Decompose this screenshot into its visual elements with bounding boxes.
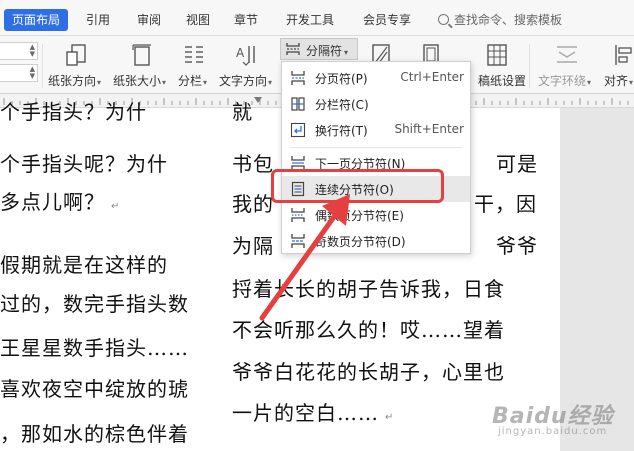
text-direction-button[interactable]: 文字方向▾: [219, 72, 272, 89]
document-page[interactable]: 个手指头？为什 就 个手指头呢？为什 多点儿啊？ ↵ 假期就是在这样的 过的，数完…: [0, 100, 560, 451]
column-break-icon: [291, 97, 305, 111]
line-break-icon: [290, 122, 306, 138]
divider-button[interactable]: 分隔符 ▾: [306, 42, 348, 59]
right-line-6: 爷爷白花花的长胡子，心里也: [232, 360, 505, 384]
tab-review[interactable]: 审阅: [137, 10, 161, 30]
columns-button[interactable]: 分栏▾: [178, 72, 207, 89]
menu-item-shortcut: Ctrl+Enter: [400, 70, 464, 84]
menu-item-label: 换行符(T): [315, 124, 368, 138]
right-line-3-end: 爷爷: [496, 234, 538, 258]
app-window: 页面布局 引用 审阅 视图 章节 开发工具 会员专享 查找命令、搜索模板 ▲ ▼ …: [0, 0, 634, 451]
divider-icon[interactable]: [285, 41, 301, 57]
menu-item-label: 奇数页分节符(D): [315, 235, 406, 249]
menu-item-column-break[interactable]: 分栏符(C): [282, 91, 470, 117]
left-line-7: ，那如水的棕色伴着: [0, 422, 189, 446]
menu-item-shortcut: Shift+Enter: [394, 122, 464, 136]
tab-member[interactable]: 会员专享: [363, 10, 411, 30]
paper-size-button[interactable]: 纸张大小▾: [113, 72, 166, 89]
left-line-2: 多点儿啊？ ↵: [0, 190, 121, 214]
left-line-6: 喜欢夜空中绽放的琥: [0, 377, 189, 401]
odd-page-section-icon: [291, 234, 305, 248]
tab-chapter[interactable]: 章节: [234, 10, 258, 30]
align-icon[interactable]: [612, 43, 634, 67]
watermark-url: jingyan.baidu.com: [498, 426, 608, 437]
paper-orientation-icon[interactable]: [65, 43, 89, 67]
baidu-watermark: Baidu经验 jingyan.baidu.com: [492, 392, 622, 444]
paper-settings-icon[interactable]: [485, 43, 509, 67]
text-direction-icon[interactable]: A: [234, 43, 258, 67]
left-line-partial: 个手指头？为什: [0, 100, 147, 124]
ribbon-separator: [529, 44, 530, 88]
margin-spinbox-top[interactable]: ▲ ▼: [0, 42, 38, 60]
search-icon: [438, 14, 449, 25]
page-break-icon: [291, 71, 305, 85]
text-wrap-button[interactable]: 文字环绕▾: [538, 72, 591, 89]
command-search[interactable]: 查找命令、搜索模板: [438, 10, 562, 30]
menu-item-label: 偶数页分节符(E): [315, 209, 404, 223]
paper-settings-button[interactable]: 稿纸设置: [478, 72, 526, 89]
search-placeholder: 查找命令、搜索模板: [454, 13, 563, 27]
tab-view[interactable]: 视图: [186, 10, 210, 30]
menu-item-label: 分页符(P): [315, 72, 368, 86]
tab-references[interactable]: 引用: [86, 10, 110, 30]
menu-separator: [290, 147, 462, 148]
menu-item-line-break[interactable]: 换行符(T) Shift+Enter: [282, 117, 470, 143]
columns-icon[interactable]: [182, 43, 206, 67]
tab-page-layout[interactable]: 页面布局: [4, 9, 69, 31]
even-page-section-icon: [291, 208, 305, 222]
right-line-7: 一片的空白…… ↵: [232, 401, 395, 425]
spin-arrows-icon[interactable]: ▲ ▼: [30, 66, 35, 80]
svg-text:A: A: [236, 46, 245, 60]
right-line-1: 书包: [232, 152, 274, 176]
menu-item-label: 分栏符(C): [315, 98, 369, 112]
margin-spinbox-bottom[interactable]: ▲ ▼: [0, 64, 38, 82]
paper-size-icon[interactable]: [130, 43, 154, 67]
menu-item-even-page-section[interactable]: 偶数页分节符(E): [282, 202, 470, 228]
left-line-3: 假期就是在这样的: [0, 253, 168, 277]
highlight-box: [271, 169, 444, 203]
right-line-5: 不会听那么久的！哎……望着: [232, 318, 505, 342]
left-line-1: 个手指头呢？为什: [0, 152, 168, 176]
left-line-4: 过的，数完手指头数: [0, 292, 189, 316]
right-line-4: 捋着长长的胡子告诉我，日食: [232, 277, 505, 301]
menu-item-odd-page-section[interactable]: 奇数页分节符(D): [282, 228, 470, 254]
ribbon-tab-bar: 页面布局 引用 审阅 视图 章节 开发工具 会员专享 查找命令、搜索模板: [0, 0, 634, 36]
indent-marker-icon[interactable]: [254, 97, 262, 103]
ribbon-separator: [42, 44, 43, 88]
tab-developer-tools[interactable]: 开发工具: [286, 10, 334, 30]
left-line-5: 王星星数手指头……: [0, 336, 189, 360]
spin-arrows-icon[interactable]: ▲ ▼: [30, 44, 35, 58]
divider-dropdown-menu: 分页符(P) Ctrl+Enter 分栏符(C) 换行符(T) Shift+En…: [281, 61, 471, 254]
right-line-2: 我的: [232, 192, 274, 216]
align-button[interactable]: 对齐▾: [604, 72, 633, 89]
right-line-1-end: 可是: [496, 152, 538, 176]
right-line-2-end: 干，因: [474, 192, 537, 216]
menu-item-page-break[interactable]: 分页符(P) Ctrl+Enter: [282, 65, 470, 91]
right-line-3: 为隔: [232, 234, 274, 258]
paper-orientation-button[interactable]: 纸张方向▾: [48, 72, 101, 89]
text-wrap-icon[interactable]: [555, 43, 579, 67]
right-line-partial: 就: [232, 100, 253, 124]
